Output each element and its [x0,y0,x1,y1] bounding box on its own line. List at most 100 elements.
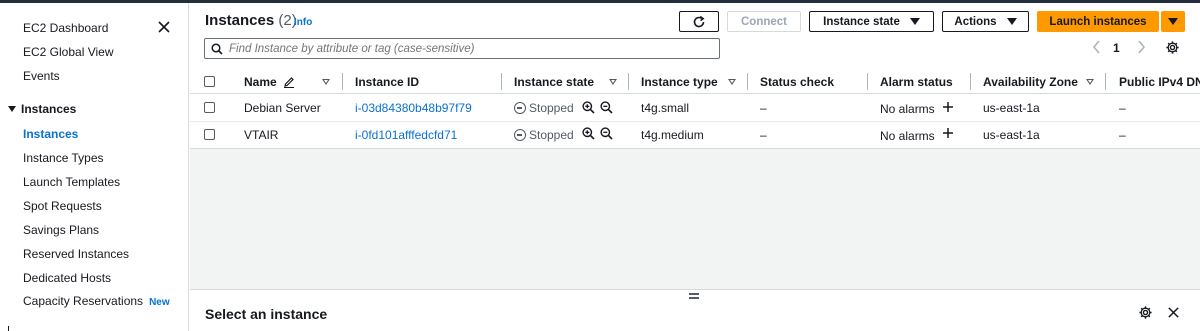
instance-state-text: Stopped [529,128,574,142]
sidebar-item-reserved-instances[interactable]: Reserved Instances [23,247,129,261]
sidebar-item-instance-types[interactable]: Instance Types [23,151,104,165]
column-header-instance-type[interactable]: Instance type [641,75,718,89]
connect-button[interactable]: Connect [727,11,801,32]
info-link[interactable]: Info [294,17,312,28]
sidebar-item-spot-requests[interactable]: Spot Requests [23,199,102,213]
drag-handle-icon[interactable] [689,293,699,300]
sidebar-item-ec2-global-view[interactable]: EC2 Global View [23,45,114,59]
instance-state-text: Stopped [529,101,574,115]
column-header-name[interactable]: Name [244,75,295,89]
column-header-alarm-status[interactable]: Alarm status [880,75,953,89]
column-separator[interactable] [747,73,748,90]
column-header-availability-zone[interactable]: Availability Zone [983,75,1078,89]
column-label: Public IPv4 DNS [1119,75,1200,89]
column-label: Instance type [641,75,718,89]
availability-zone: us-east-1a [983,128,1040,142]
sort-icon[interactable] [322,79,330,85]
sidebar-section-instances[interactable]: Instances [8,102,76,116]
search-input[interactable] [229,42,709,55]
close-icon[interactable] [1167,306,1180,319]
column-separator[interactable] [342,73,343,90]
launch-instances-label: Launch instances [1049,15,1147,28]
select-all-checkbox[interactable] [204,76,215,87]
sidebar-item-savings-plans[interactable]: Savings Plans [23,223,99,237]
column-separator[interactable] [501,73,502,90]
search-icon [211,42,223,55]
instance-id-link[interactable]: i-03d84380b48b97f79 [355,101,472,115]
sidebar-item-dedicated-hosts[interactable]: Dedicated Hosts [23,271,111,285]
page-title-text: Instances [205,12,275,29]
zoom-out-icon[interactable] [600,101,613,114]
plus-icon[interactable] [942,127,954,139]
caret-down-icon [909,18,920,25]
column-separator[interactable] [970,73,971,90]
sidebar-section-label: Instances [21,102,77,116]
table-empty-area [190,148,1200,289]
gear-icon [1166,41,1179,54]
chevron-left-icon [1092,40,1100,54]
refresh-button[interactable] [679,11,719,32]
status-check: – [760,128,767,142]
column-separator[interactable] [1105,73,1106,90]
instance-type: t4g.medium [641,128,704,142]
actions-label: Actions [954,15,997,28]
actions-button[interactable]: Actions [942,11,1029,32]
close-icon[interactable] [157,20,173,36]
instance-name: Debian Server [244,101,321,115]
zoom-in-icon[interactable] [582,127,595,140]
sidebar-item-launch-templates[interactable]: Launch Templates [23,175,120,189]
zoom-out-icon[interactable] [600,127,613,140]
instance-id-link[interactable]: i-0fd101afffedcfd71 [355,128,457,142]
caret-down-icon [1168,18,1178,25]
launch-instances-button[interactable]: Launch instances [1037,11,1159,32]
instance-name: VTAIR [244,128,279,142]
sidebar-item-instances[interactable]: Instances [23,127,78,141]
next-page-button[interactable] [1135,39,1147,55]
zoom-in-icon[interactable] [582,101,595,114]
public-ipv4-dns: – [1119,101,1126,115]
column-label: Status check [760,75,835,89]
instance-state-button[interactable]: Instance state [809,11,934,32]
pencil-icon [283,77,294,88]
sidebar-item-events[interactable]: Events [23,69,60,83]
sidebar: EC2 Dashboard EC2 Global View Events Ins… [0,3,189,331]
column-header-public-ipv4-dns[interactable]: Public IPv4 DNS [1119,75,1200,89]
sort-icon[interactable] [609,79,617,85]
column-separator[interactable] [628,73,629,90]
table-row[interactable]: Debian Server i-03d84380b48b97f79 Stoppe… [190,95,1200,122]
column-header-instance-id[interactable]: Instance ID [355,75,419,89]
stopped-icon [514,102,526,114]
alarm-status: No alarms [880,102,935,116]
sort-icon[interactable] [1086,79,1094,85]
table-row[interactable]: VTAIR i-0fd101afffedcfd71 Stopped t4g.me… [190,122,1200,149]
plus-icon[interactable] [942,101,954,113]
status-check: – [760,101,767,115]
chevron-right-icon [1138,40,1146,54]
caret-down-icon [8,106,16,112]
sort-icon[interactable] [728,79,736,85]
column-header-status-check[interactable]: Status check [760,75,834,89]
instance-state: Stopped [514,101,574,115]
sidebar-item-ec2-dashboard[interactable]: EC2 Dashboard [23,21,108,35]
gear-icon[interactable] [1138,305,1153,320]
sidebar-item-label: Capacity Reservations [23,294,144,308]
page-title: Instances (2) [205,12,297,29]
instance-state: Stopped [514,128,574,142]
sidebar-item-capacity-reservations[interactable]: Capacity Reservations New [23,294,170,308]
instance-state-label: Instance state [823,15,900,28]
caret-down-icon [1006,18,1017,25]
row-checkbox[interactable] [204,129,215,140]
column-header-instance-state[interactable]: Instance state [514,75,594,89]
row-checkbox[interactable] [204,102,215,113]
column-label: Instance state [514,75,595,89]
table-header: Name Instance ID Instance state Instance… [190,69,1200,94]
public-ipv4-dns: – [1119,128,1126,142]
column-separator[interactable] [867,73,868,90]
split-panel: Select an instance [190,289,1200,331]
page-number[interactable]: 1 [1113,41,1120,55]
column-label: Instance ID [355,75,420,89]
preferences-button[interactable] [1165,40,1180,55]
launch-instances-dropdown[interactable] [1161,11,1185,32]
previous-page-button[interactable] [1091,39,1103,55]
search-field[interactable] [204,38,720,59]
